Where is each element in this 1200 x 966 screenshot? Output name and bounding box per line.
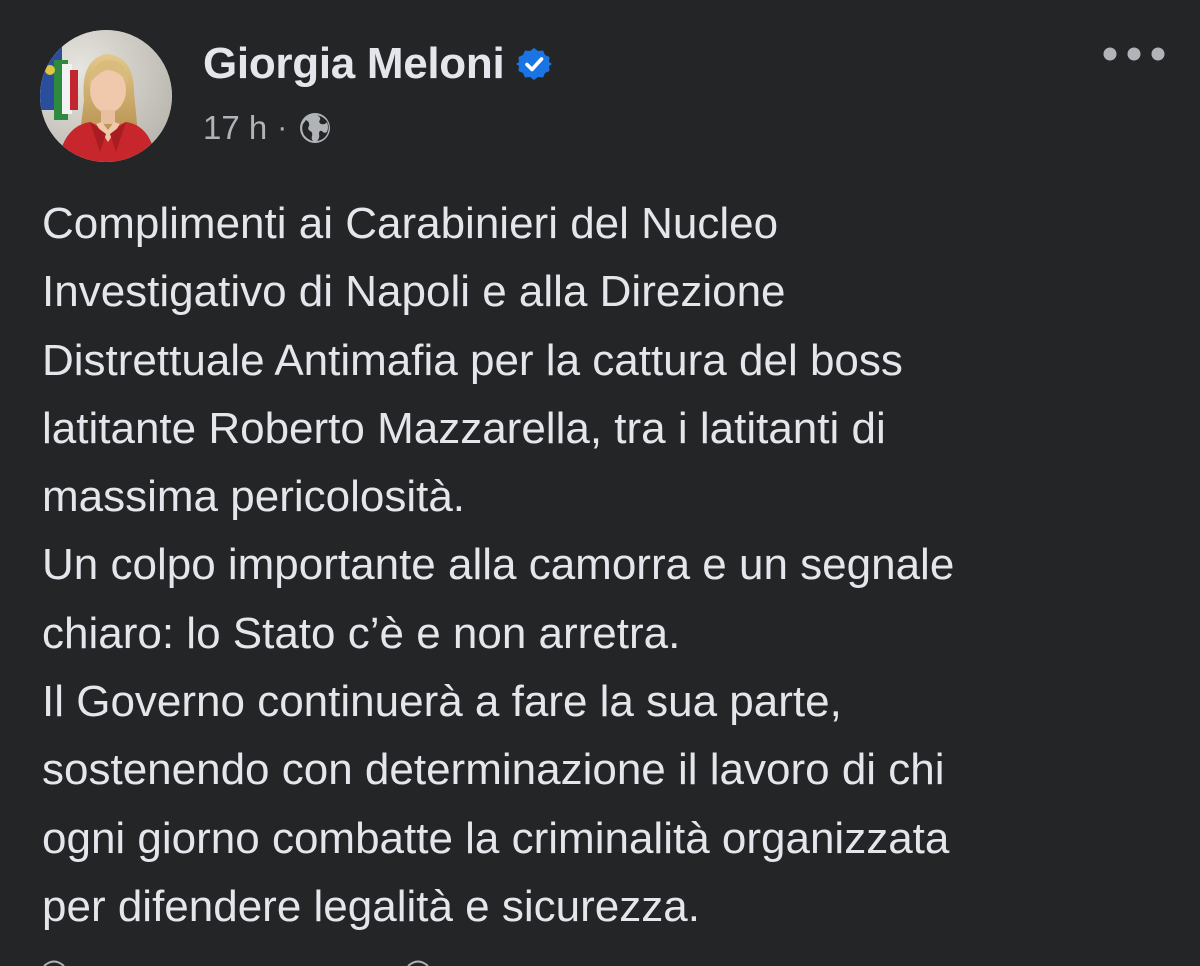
reaction-bar-edge bbox=[43, 960, 429, 966]
meta-separator: · bbox=[277, 111, 288, 144]
verified-badge-icon bbox=[516, 48, 553, 80]
post-text-line: sostenendo con determinazione il lavoro … bbox=[42, 745, 945, 795]
globe-icon bbox=[300, 113, 331, 143]
post-text-line: Distrettuale Antimafia per la cattura de… bbox=[42, 335, 903, 385]
post-body: Complimenti ai Carabinieri del Nucleo In… bbox=[42, 190, 1172, 941]
post-text-line: Un colpo importante alla camorra e un se… bbox=[42, 540, 955, 590]
post-text-line: Investigativo di Napoli e alla Direzione bbox=[42, 267, 786, 317]
post-text-line: ogni giorno combatte la criminalità orga… bbox=[42, 813, 950, 863]
post-text-line: chiaro: lo Stato c’è e non arretra. bbox=[42, 608, 681, 658]
post-meta: 17 h · bbox=[203, 106, 333, 150]
avatar[interactable] bbox=[40, 30, 172, 162]
more-horizontal-icon bbox=[1103, 47, 1165, 61]
author-name[interactable]: Giorgia Meloni bbox=[203, 39, 505, 89]
post-text-line: Il Governo continuerà a fare la sua part… bbox=[42, 677, 842, 727]
post-text-line: per difendere legalità e sicurezza. bbox=[42, 881, 700, 931]
more-options-button[interactable] bbox=[1094, 36, 1174, 72]
author-row: Giorgia Meloni bbox=[203, 38, 553, 90]
post-timestamp[interactable]: 17 h bbox=[203, 109, 267, 147]
post-text-line: Complimenti ai Carabinieri del Nucleo bbox=[42, 199, 779, 248]
post-text-line: latitante Roberto Mazzarella, tra i lati… bbox=[42, 403, 886, 453]
facebook-post: Giorgia Meloni 17 h · Complimenti ai Car… bbox=[0, 0, 1200, 966]
profile-photo bbox=[40, 30, 172, 162]
post-text-line: massima pericolosità. bbox=[42, 472, 466, 522]
